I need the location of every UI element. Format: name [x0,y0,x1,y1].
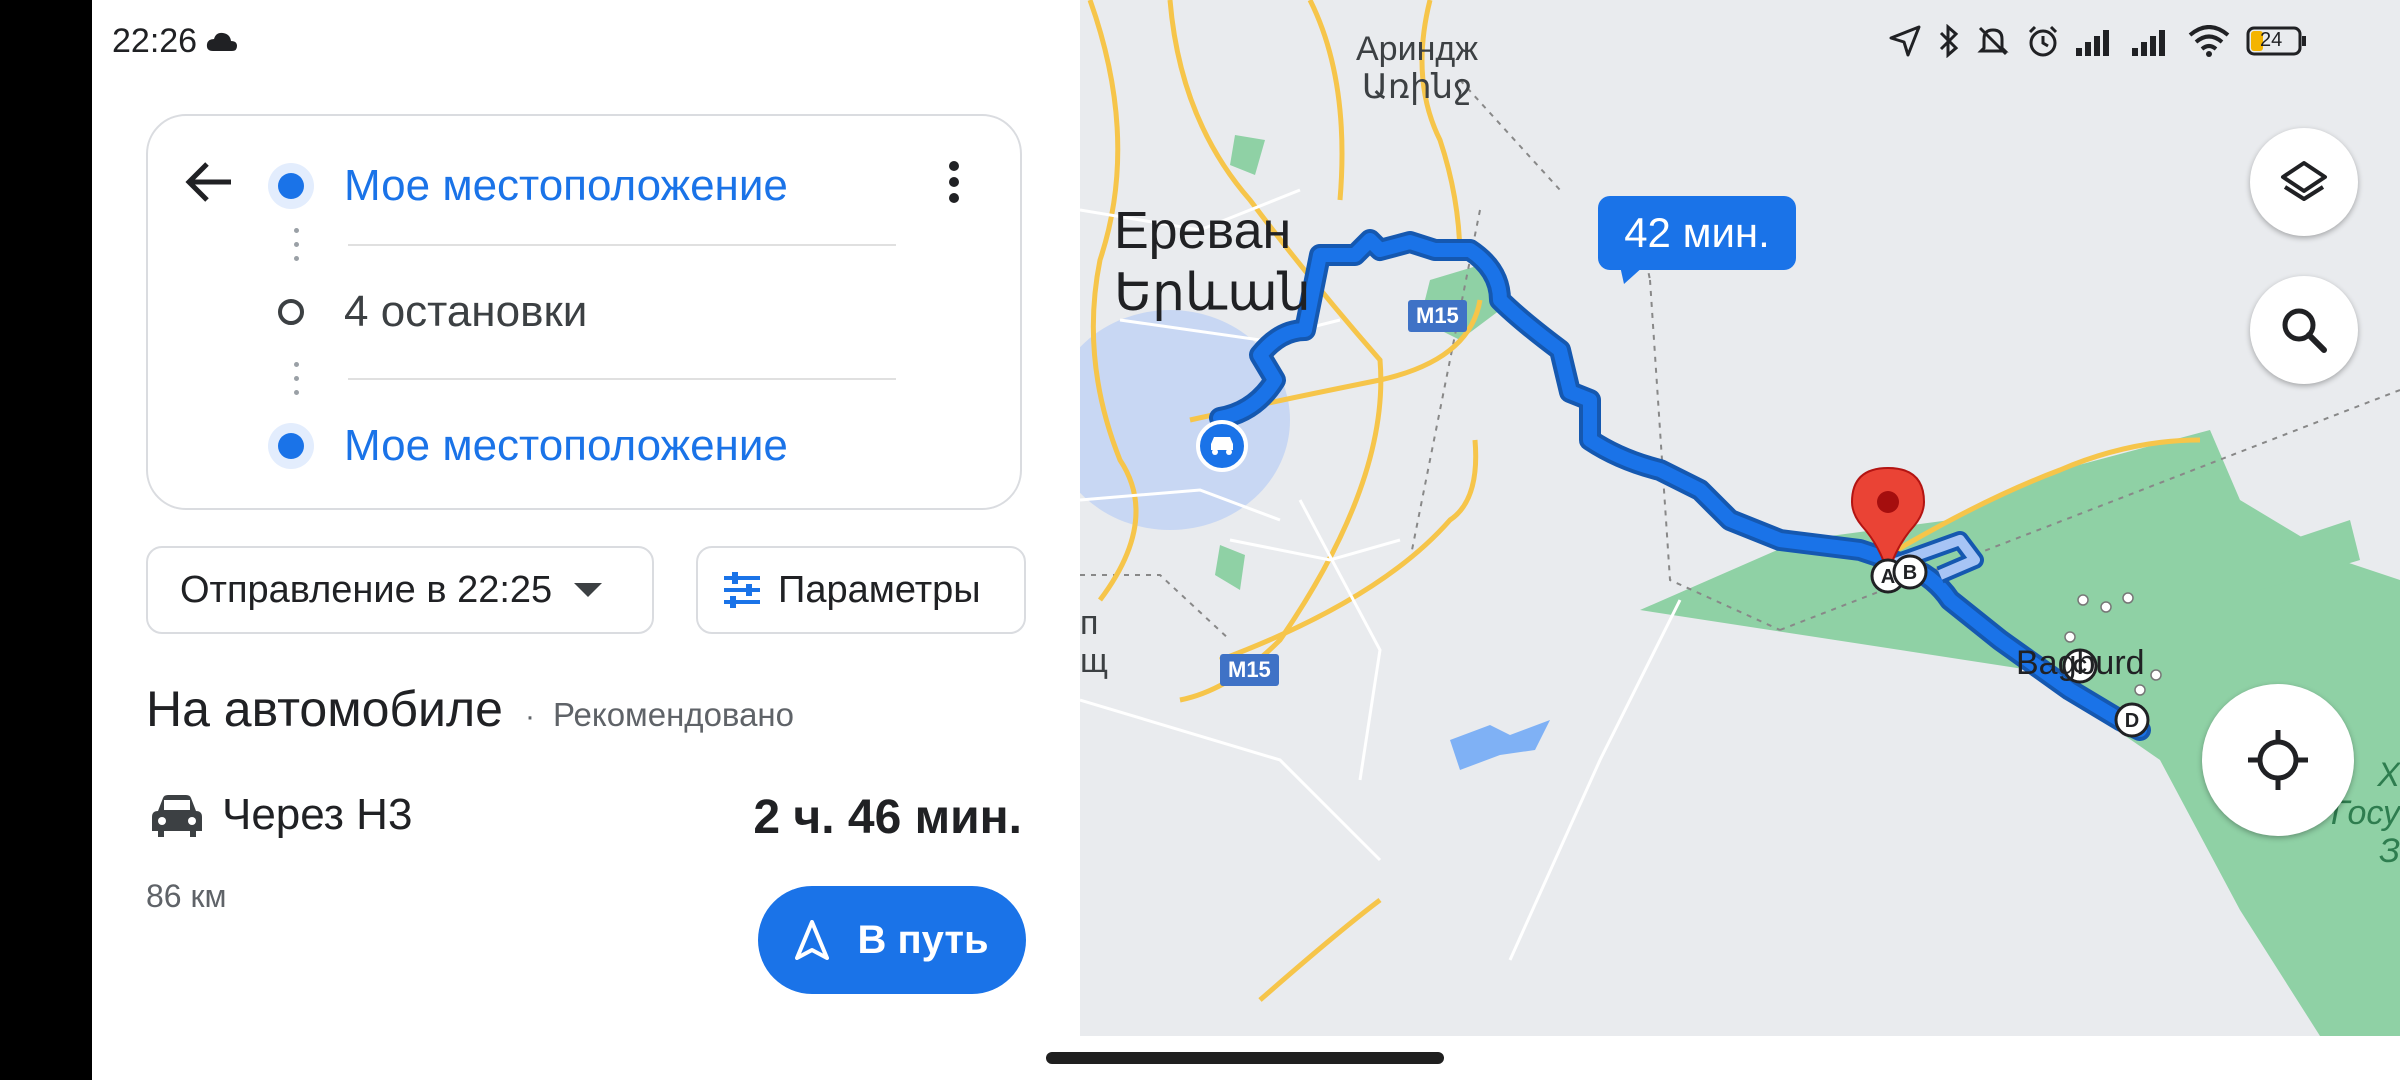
lake [1450,720,1550,770]
departure-time-chip[interactable]: Отправление в 22:25 [146,546,654,634]
marker-b-label: B [1903,562,1917,584]
park-area [1230,135,1265,175]
gesture-handle[interactable] [1046,1052,1444,1064]
village-label: Bagburd [2016,644,2145,682]
signal-icon [2132,30,2165,56]
stop-marker-d-icon[interactable]: D [2112,700,2152,740]
city-name-ru: Ереван [1114,202,1292,260]
status-icons: 24 [1888,24,2308,58]
stops-row[interactable]: 4 остановки [278,270,587,354]
arrow-left-icon [185,162,231,202]
departure-label: Отправление в 22:25 [180,568,553,611]
stop-marker-b-icon[interactable]: B [1890,552,1930,592]
start-label: В путь [857,917,989,962]
cloud-icon [206,32,238,51]
divider [348,244,896,246]
map-canvas [1080,0,2400,1036]
eta-bubble-tail [1620,266,1644,284]
wifi-icon [2188,25,2230,57]
town-name-hy: Առինջ [1361,68,1473,106]
alarm-icon [2028,25,2058,57]
town-label: Ариндж Առինջ [1356,30,1478,106]
search-button[interactable] [2250,276,2358,384]
tune-icon [724,572,760,608]
clock-text: 22:26 [112,22,198,60]
map-view[interactable]: A B C D Ереван Երևան Ариндж Առինջ Bagbur… [1080,0,2400,1036]
origin-row[interactable]: Мое местоположение [278,144,788,228]
city-label: Ереван Երևան [1114,200,1311,324]
dropdown-caret-icon [574,583,603,597]
road-shield-m15: M15 [1220,654,1279,686]
route-card: Мое местоположение 4 остановки Мое место… [146,114,1022,510]
origin-text: Мое местоположение [344,161,788,210]
layers-button[interactable] [2250,128,2358,236]
town-name-ru: Ариндж [1356,30,1478,68]
route-via-text: Через Н3 [222,790,413,839]
recommended-label: Рекомендовано [552,696,795,733]
car-location-marker-icon[interactable] [1196,420,1248,472]
destination-text: Мое местоположение [344,421,788,470]
my-location-icon [2248,730,2308,790]
city-name-hy: Երևան [1114,264,1311,322]
connector-dots [294,362,300,404]
mute-bell-icon [1977,26,2009,56]
edge-label: п [1080,604,1099,642]
route-summary[interactable]: Через Н3 [150,790,412,840]
car-icon [152,795,202,837]
destination-row[interactable]: Мое местоположение [278,404,788,488]
more-vert-icon [949,161,959,203]
road-shield-m15: M15 [1408,300,1467,332]
park-area [1215,545,1245,590]
marker-d-label: D [2125,710,2139,732]
location-arrow-icon [1889,25,1921,57]
layers-icon [2281,161,2327,201]
battery-level: 24 [2260,29,2283,51]
battery-icon: 24 [2246,26,2308,56]
eta-bubble[interactable]: 42 мин. [1598,196,1796,270]
directions-panel: 22:26 Мое местоположение 4 остановки Мое… [92,0,1080,1080]
status-time: 22:26 [112,22,239,61]
start-navigation-button[interactable]: В путь [758,886,1026,994]
route-distance: 86 км [146,878,227,914]
signal-icon [2076,30,2109,56]
bluetooth-icon [1939,24,1959,58]
divider [348,378,896,380]
parameters-chip[interactable]: Параметры [696,546,1026,634]
navigation-arrow-icon [795,920,830,960]
parameters-label: Параметры [778,568,981,611]
connector-dots [294,228,300,270]
search-icon [2282,308,2327,353]
back-button[interactable] [178,152,238,212]
mode-separator: · [524,700,535,733]
stops-ring-icon [278,299,304,325]
recenter-button[interactable] [2202,684,2354,836]
stops-text: 4 остановки [344,287,588,336]
edge-label: щ [1080,642,1108,680]
mode-title: На автомобиле [146,681,503,737]
destination-dot-icon [278,433,304,459]
route-duration: 2 ч. 46 мин. [753,791,1022,844]
travel-mode-heading: На автомобиле · Рекомендовано [146,680,794,738]
origin-dot-icon [278,173,304,199]
more-options-button[interactable] [934,152,974,212]
